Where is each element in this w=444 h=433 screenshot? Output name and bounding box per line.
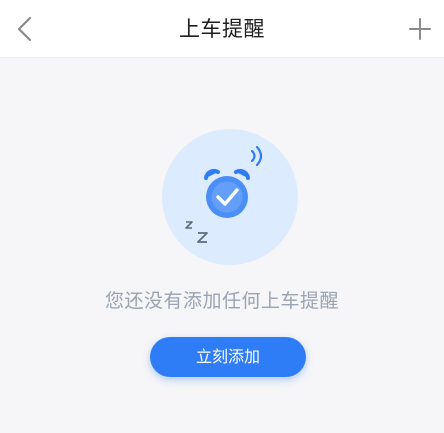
plus-icon [409,18,431,40]
alarm-clock-sleep-icon [160,127,300,267]
screen: 上车提醒 您还没有添加任何上车提醒 立刻添加 [0,0,444,433]
navigation-bar: 上车提醒 [0,0,444,58]
page-title: 上车提醒 [179,17,265,41]
empty-state-message: 您还没有添加任何上车提醒 [104,290,339,312]
add-now-button[interactable]: 立刻添加 [150,337,306,377]
add-reminder-button[interactable] [406,15,434,43]
